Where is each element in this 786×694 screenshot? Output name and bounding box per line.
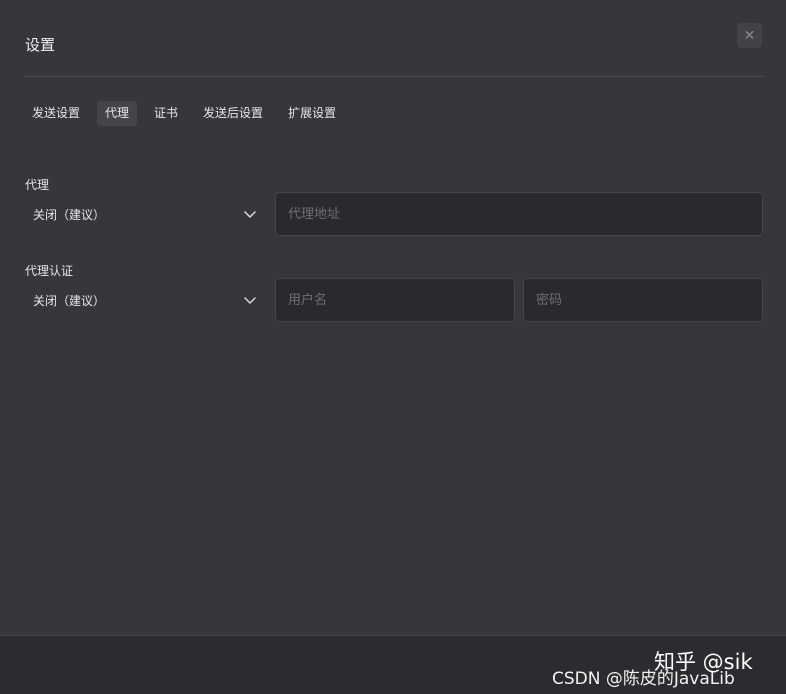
- close-icon: ✕: [743, 27, 756, 44]
- close-button[interactable]: ✕: [737, 23, 762, 48]
- proxy-select-value: 关闭（建议）: [33, 207, 106, 222]
- proxy-label: 代理: [25, 178, 50, 192]
- username-input[interactable]: [275, 278, 515, 322]
- chevron-down-icon: [244, 297, 256, 304]
- tab-post-send-settings[interactable]: 发送后设置: [195, 101, 271, 126]
- tab-extension-settings[interactable]: 扩展设置: [280, 101, 344, 126]
- proxy-auth-select[interactable]: 关闭（建议）: [25, 285, 265, 315]
- csdn-watermark: CSDN @陈皮的JavaLib: [552, 669, 735, 689]
- proxy-select[interactable]: 关闭（建议）: [25, 199, 265, 229]
- password-input[interactable]: [523, 278, 763, 322]
- settings-tabs: 发送设置 代理 证书 发送后设置 扩展设置: [24, 101, 353, 126]
- header-divider: [24, 76, 764, 77]
- tab-certificate[interactable]: 证书: [146, 101, 186, 126]
- proxy-address-input[interactable]: [275, 192, 763, 236]
- proxy-auth-label: 代理认证: [25, 264, 74, 278]
- settings-dialog: 设置 ✕ 发送设置 代理 证书 发送后设置 扩展设置 代理 关闭（建议） 代理认…: [0, 0, 786, 694]
- chevron-down-icon: [244, 211, 256, 218]
- tab-send-settings[interactable]: 发送设置: [24, 101, 88, 126]
- dialog-title: 设置: [25, 36, 56, 54]
- proxy-auth-select-value: 关闭（建议）: [33, 293, 106, 308]
- tab-proxy[interactable]: 代理: [97, 101, 138, 126]
